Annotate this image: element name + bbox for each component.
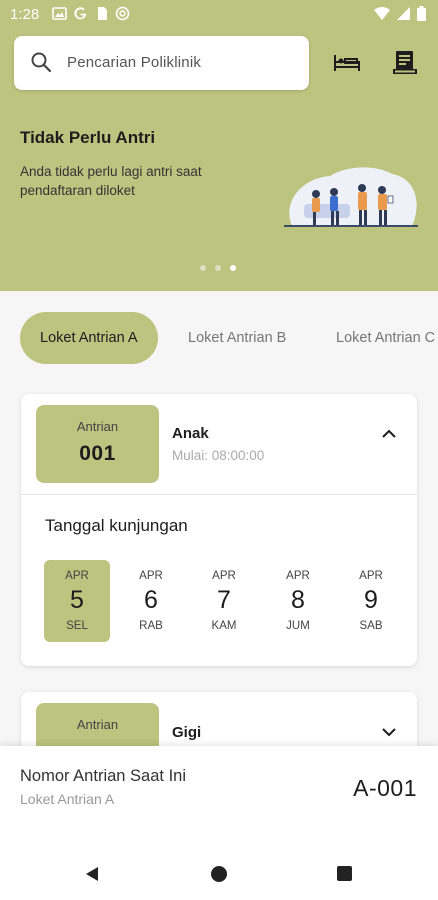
home-icon[interactable] xyxy=(211,866,227,882)
receipt-icon[interactable] xyxy=(390,48,420,78)
search-input[interactable]: Pencarian Poliklinik xyxy=(14,36,309,90)
service-name: Gigi xyxy=(172,724,202,741)
queue-label: Antrian xyxy=(76,419,119,434)
search-icon xyxy=(31,52,52,73)
date-day: 5 xyxy=(70,586,84,614)
carousel-dot[interactable] xyxy=(215,265,221,271)
date-month: APR xyxy=(65,570,89,582)
date-day: 8 xyxy=(291,586,305,614)
carousel-dot-active[interactable] xyxy=(230,265,236,271)
banner-description: Anda tidak perlu lagi antri saat pendaft… xyxy=(20,164,202,198)
queue-label: Antrian xyxy=(76,717,119,732)
date-month: APR xyxy=(359,570,383,582)
date-weekday: KAM xyxy=(211,620,237,632)
system-status-icons xyxy=(374,6,426,21)
date-option[interactable]: APR 8 JUM xyxy=(265,560,331,642)
date-option[interactable]: APR 6 RAB xyxy=(118,560,184,642)
date-day: 6 xyxy=(144,586,158,614)
chevron-up-icon[interactable] xyxy=(379,424,399,444)
waiting-room-illustration xyxy=(284,167,418,227)
date-day: 7 xyxy=(217,586,231,614)
system-nav-bar xyxy=(0,846,438,900)
tab-loket-a[interactable]: Loket Antrian A xyxy=(20,312,158,364)
service-start-time: Mulai: 08:00:00 xyxy=(172,448,265,463)
date-option[interactable]: APR 9 SAB xyxy=(338,560,404,642)
search-placeholder: Pencarian Poliklinik xyxy=(67,54,202,71)
date-day: 9 xyxy=(364,586,378,614)
date-weekday: SEL xyxy=(66,620,88,632)
banner-title: Tidak Perlu Antri xyxy=(20,128,156,147)
recent-apps-icon[interactable] xyxy=(337,866,352,881)
service-name: Anak xyxy=(172,425,209,442)
google-icon xyxy=(73,6,88,21)
notification-icons xyxy=(52,6,130,21)
visit-date-heading: Tanggal kunjungan xyxy=(45,516,188,535)
date-month: APR xyxy=(286,570,310,582)
divider xyxy=(21,494,417,495)
date-option[interactable]: APR 7 KAM xyxy=(191,560,257,642)
carousel-dot[interactable] xyxy=(200,265,206,271)
tab-loket-b[interactable]: Loket Antrian B xyxy=(168,312,306,364)
date-weekday: JUM xyxy=(286,620,310,632)
date-option-selected[interactable]: APR 5 SEL xyxy=(44,560,110,642)
image-notification-icon xyxy=(52,6,67,21)
back-icon[interactable] xyxy=(84,866,100,882)
signal-icon xyxy=(397,7,410,20)
tab-loket-c[interactable]: Loket Antrian C xyxy=(316,312,438,364)
status-time: 1:28 xyxy=(10,6,40,23)
date-month: APR xyxy=(212,570,236,582)
date-weekday: RAB xyxy=(139,620,163,632)
at-sign-icon xyxy=(115,6,130,21)
date-month: APR xyxy=(139,570,163,582)
queue-number: 001 xyxy=(79,442,116,465)
status-bar: 1:28 xyxy=(0,0,438,30)
wifi-icon xyxy=(374,6,390,21)
counter-tabs: Loket Antrian A Loket Antrian B Loket An… xyxy=(20,312,438,364)
current-queue-title: Nomor Antrian Saat Ini xyxy=(20,767,186,785)
sim-card-icon xyxy=(94,6,109,21)
date-weekday: SAB xyxy=(359,620,383,632)
queue-number-box: Antrian 001 xyxy=(36,405,159,483)
bed-icon[interactable] xyxy=(332,48,362,78)
chevron-down-icon[interactable] xyxy=(379,722,399,742)
queue-card-anak: Antrian 001 Anak Mulai: 08:00:00 Tanggal… xyxy=(21,394,417,666)
battery-icon xyxy=(417,6,426,21)
hero-header: 1:28 Pencarian Poliklinik Tidak Perlu An… xyxy=(0,0,438,291)
current-queue-number: A-001 xyxy=(353,775,417,801)
carousel-indicator xyxy=(200,265,236,271)
current-queue-counter: Loket Antrian A xyxy=(20,791,115,807)
